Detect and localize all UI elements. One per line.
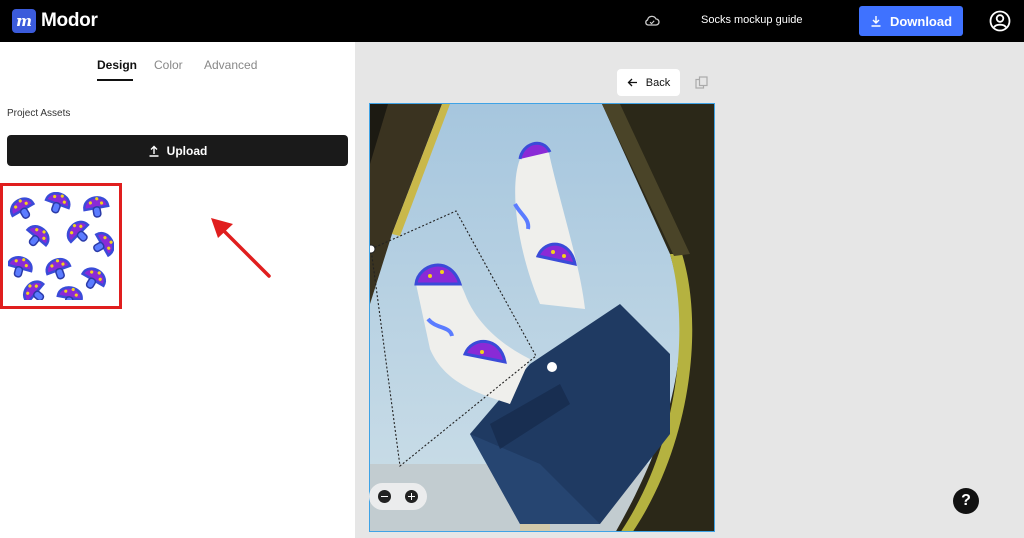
- active-tab-indicator: [97, 79, 133, 81]
- account-icon[interactable]: [989, 10, 1011, 32]
- socks-mockup-guide-link[interactable]: Socks mockup guide: [701, 14, 803, 26]
- asset-highlight-box: [0, 183, 122, 309]
- tab-advanced[interactable]: Advanced: [204, 58, 257, 72]
- arrow-left-icon: [627, 78, 637, 87]
- cloud-icon[interactable]: [643, 13, 661, 29]
- logo-mark: m: [12, 9, 36, 33]
- upload-icon: [149, 145, 159, 157]
- tab-design[interactable]: Design: [97, 58, 137, 72]
- logo[interactable]: m Modor: [12, 9, 98, 33]
- socks-mockup-image: [370, 104, 714, 531]
- back-button[interactable]: Back: [617, 69, 680, 96]
- upload-button[interactable]: Upload: [7, 135, 348, 166]
- zoom-controls: [369, 483, 427, 510]
- download-icon: [871, 16, 881, 27]
- tab-color[interactable]: Color: [154, 58, 183, 72]
- left-panel: Design Color Advanced Project Assets Upl…: [0, 42, 355, 538]
- red-arrow-annotation: [211, 218, 271, 278]
- mockup-preview[interactable]: [369, 103, 715, 532]
- download-label: Download: [889, 13, 953, 29]
- tab-bar: Design Color Advanced: [0, 56, 355, 82]
- upload-label: Upload: [166, 143, 208, 158]
- back-label: Back: [645, 76, 671, 89]
- copy-icon[interactable]: [695, 76, 708, 89]
- app-name: Modor: [41, 10, 98, 31]
- zoom-in-icon[interactable]: [405, 490, 418, 503]
- project-assets-label: Project Assets: [7, 108, 71, 119]
- help-button[interactable]: ?: [953, 488, 979, 514]
- mushroom-pattern-image: [8, 192, 114, 300]
- top-bar: m Modor Socks mockup guide Download: [0, 0, 1024, 42]
- zoom-out-icon[interactable]: [378, 490, 391, 503]
- mushroom-pattern-asset[interactable]: [8, 192, 114, 300]
- download-button[interactable]: Download: [859, 6, 963, 36]
